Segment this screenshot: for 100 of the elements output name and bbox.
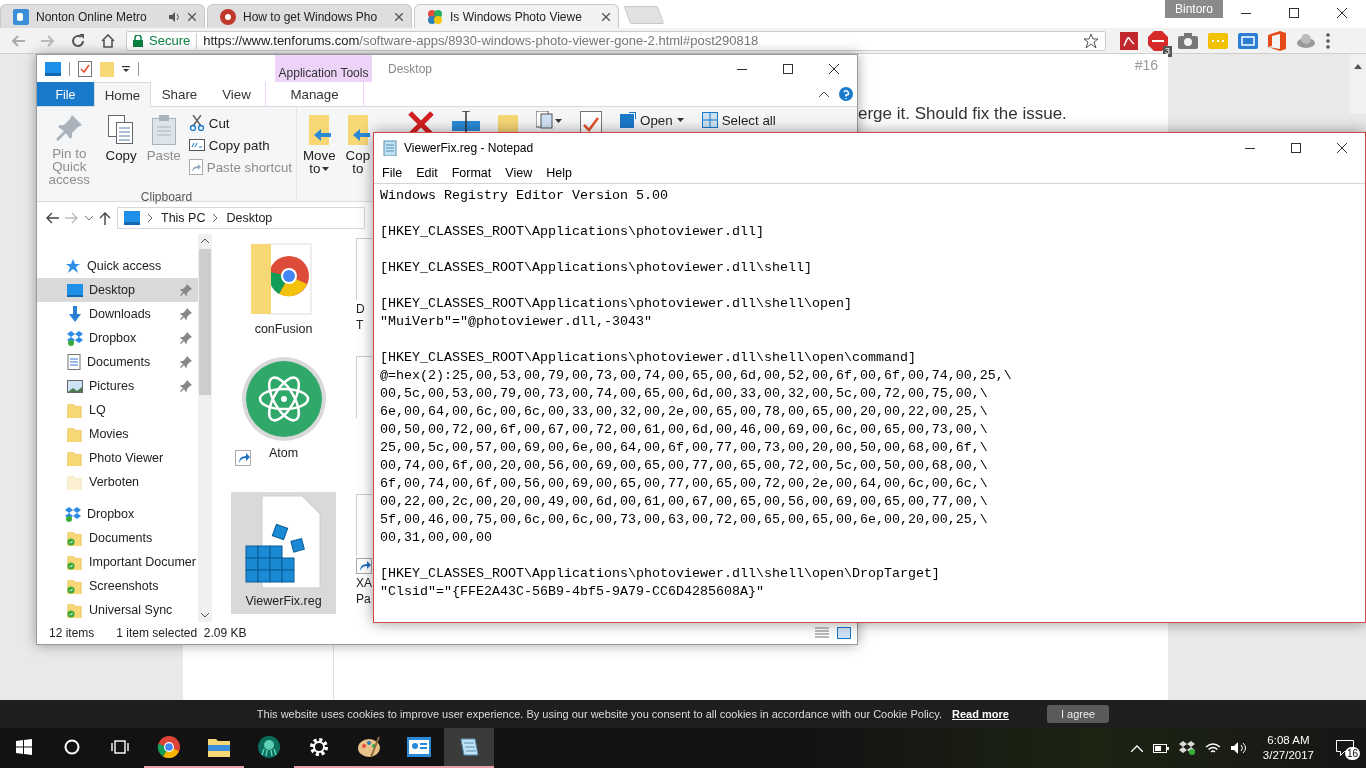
menu-item[interactable]: Edit xyxy=(410,166,444,180)
dropdown-caret-icon xyxy=(676,118,684,122)
menu-item[interactable]: View xyxy=(499,166,539,180)
close-icon xyxy=(829,63,839,74)
shortcut-icon xyxy=(188,159,203,175)
secure-label: Secure xyxy=(149,33,191,48)
text-line: 5f,00,46,00,75,00,6c,00,6c,00,73,00,63,00,72,00,65,00,65,00,6e,00,20,00,25,\ xyxy=(380,511,989,529)
browser-tab[interactable]: Is Windows Photo Viewe xyxy=(414,4,619,28)
pin-icon xyxy=(56,115,83,143)
text-line: 25,00,5c,00,57,00,69,00,6e,00,64,00,6f,00,77,00,73,00,20,00,50,00,68,00,6f,\ xyxy=(380,439,989,457)
selection-info: 1 item selected 2.09 KB xyxy=(116,626,247,640)
maximize-icon xyxy=(1291,143,1301,153)
ribbon-tab[interactable]: Share xyxy=(151,82,208,106)
icon-tile[interactable]: Atom xyxy=(231,354,336,484)
text-line: Windows Registry Editor Version 5.00 xyxy=(380,187,669,205)
nav-item[interactable]: Movies xyxy=(37,422,198,446)
clock[interactable]: 6:08 AM 3/27/2017 xyxy=(1256,733,1320,763)
ribbon-button[interactable]: Move to xyxy=(301,111,338,197)
nav-item[interactable]: Important Documer xyxy=(37,550,198,574)
registry-file-icon xyxy=(243,494,324,590)
tile-favicon-icon xyxy=(13,8,29,25)
browser-tab[interactable]: Nonton Online Metro xyxy=(0,4,205,28)
address-bar[interactable]: Secure https://www.tenforums.com/software-apps/8930-windows-photo-viewer-gone-2.html#post290818 xyxy=(126,30,1106,51)
text-line: [HKEY_CLASSES_ROOT\Applications\photoviewer.dll] xyxy=(380,223,765,241)
up-arrow-icon xyxy=(99,211,111,225)
scroll-down-icon xyxy=(201,613,209,618)
dropbox-icon xyxy=(1178,741,1195,755)
select-all-icon xyxy=(701,112,718,128)
nav-item[interactable]: Desktop xyxy=(37,278,198,302)
synced-folder-icon xyxy=(67,530,83,546)
folder-icon xyxy=(67,402,83,418)
text-line: "MuiVerb"="@photoviewer.dll,-3043" xyxy=(380,313,653,331)
ribbon-tab[interactable]: View xyxy=(208,82,265,106)
agree-button[interactable]: I agree xyxy=(1046,705,1110,723)
icon-tile[interactable]: ViewerFix.reg xyxy=(231,492,336,614)
bookmark-star-icon xyxy=(1083,32,1099,49)
pdf-icon xyxy=(1120,31,1138,50)
chevron-icon xyxy=(148,214,153,222)
ribbon-button[interactable]: Copy xyxy=(103,111,139,190)
wifi-icon xyxy=(1204,742,1221,754)
item-label: D xyxy=(356,302,365,316)
show-hidden-icon xyxy=(1130,744,1143,752)
text-line: "Clsid"="{FFE2A43C-56B9-4bf5-9A79-CC6D4285608A}" xyxy=(380,583,765,601)
nav-item[interactable]: Dropbox xyxy=(37,326,198,350)
browser-tab[interactable]: How to get Windows Pho xyxy=(207,4,412,28)
item-label: Pa xyxy=(356,592,371,606)
ribbon-button[interactable]: Cut xyxy=(188,114,292,132)
nav-item[interactable]: Dropbox xyxy=(37,502,198,526)
pin-icon xyxy=(180,356,192,368)
nav-item[interactable]: Photo Viewer xyxy=(37,446,198,470)
menu-item[interactable]: Format xyxy=(445,166,498,180)
item-count: 12 items xyxy=(49,626,95,640)
ribbon-button[interactable]: Copy path xyxy=(188,136,292,154)
paste-icon xyxy=(151,115,176,145)
tab-close-icon xyxy=(188,12,196,21)
text-line: [HKEY_CLASSES_ROOT\Applications\photoviewer.dll\shell] xyxy=(380,259,813,277)
synced-folder-icon xyxy=(67,602,83,618)
icon-tile[interactable]: D T xyxy=(356,236,374,346)
computer-icon xyxy=(124,211,140,225)
home-icon xyxy=(101,33,115,48)
nav-scrollbar[interactable] xyxy=(198,234,212,622)
breadcrumb[interactable]: This PC xyxy=(161,211,206,225)
ribbon-tab[interactable]: Manage xyxy=(265,82,364,106)
details-view-icon xyxy=(815,627,829,639)
menu-item[interactable]: Help xyxy=(540,166,578,180)
dropbox-icon xyxy=(67,330,83,346)
ribbon-tab[interactable]: Home xyxy=(94,82,151,107)
scissors-icon xyxy=(188,115,205,131)
menu-icon xyxy=(1326,32,1330,49)
item-label: Atom xyxy=(268,446,299,460)
select-all-button[interactable]: Select all xyxy=(701,111,776,129)
nav-item[interactable]: Verboten xyxy=(37,470,198,494)
nav-item[interactable]: Documents xyxy=(37,350,198,374)
action-center-button[interactable]: 16 xyxy=(1330,733,1360,763)
copy-path-icon xyxy=(188,139,205,151)
nav-item[interactable]: LQ xyxy=(37,398,198,422)
nav-item[interactable]: Downloads xyxy=(37,302,198,326)
page-scrollbar[interactable] xyxy=(1350,54,1366,114)
open-button[interactable]: Open xyxy=(620,111,684,129)
ribbon-tab[interactable]: File xyxy=(37,82,94,106)
taskbar-app[interactable] xyxy=(444,728,494,768)
ribbon-button[interactable]: Cop to xyxy=(343,111,373,197)
split-extension-icon xyxy=(1238,32,1258,49)
breadcrumb[interactable]: Desktop xyxy=(226,211,273,225)
nav-item[interactable]: Pictures xyxy=(37,374,198,398)
nav-item[interactable]: Quick access xyxy=(37,254,198,278)
text-line: 6f,00,74,00,6f,00,56,00,69,00,65,00,77,00,65,00,72,00,2e,00,64,00,6c,00,6c,\ xyxy=(380,475,989,493)
nav-item[interactable]: Screenshots xyxy=(37,574,198,598)
nav-item[interactable]: Universal Sync xyxy=(37,598,198,622)
item-label: conFusion xyxy=(254,322,313,336)
icon-tile[interactable]: conFusion xyxy=(231,236,336,346)
read-more-link[interactable]: Read more xyxy=(952,708,1009,720)
address-field[interactable]: This PC Desktop xyxy=(117,207,365,229)
icon-tile[interactable]: XA Pa xyxy=(356,492,374,614)
nav-item[interactable]: Documents xyxy=(37,526,198,550)
customize-caret-icon xyxy=(122,65,130,72)
help-icon xyxy=(839,87,853,101)
menu-item[interactable]: File xyxy=(376,166,409,180)
properties-icon xyxy=(78,60,92,77)
back-arrow-icon xyxy=(45,212,59,224)
